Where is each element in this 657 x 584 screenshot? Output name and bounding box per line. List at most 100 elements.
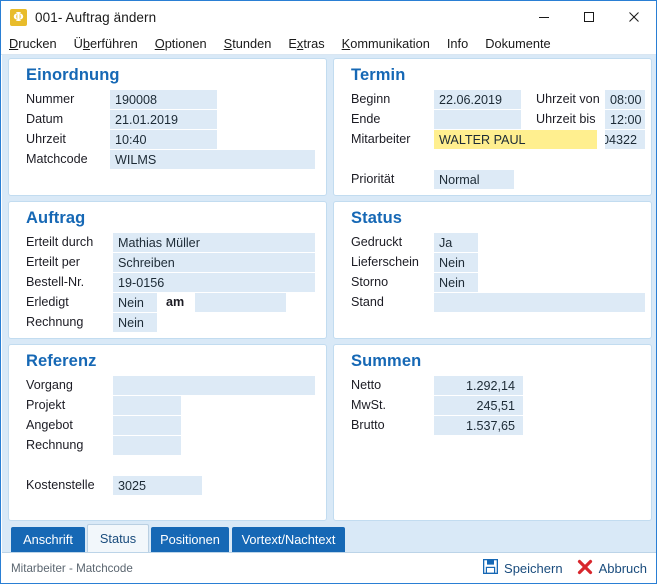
menu-item-extras[interactable]: Extras: [288, 36, 324, 51]
field-prioritaet[interactable]: Normal: [434, 170, 514, 189]
field-uhrzeit[interactable]: 10:40: [110, 130, 217, 149]
field-storno[interactable]: Nein: [434, 273, 478, 292]
save-disk-icon: [483, 559, 498, 577]
menu-item-stunden[interactable]: Stunden: [224, 36, 272, 51]
label-projekt: Projekt: [26, 398, 65, 412]
field-kostenstelle[interactable]: 3025: [113, 476, 202, 495]
menu-accel: b: [83, 36, 90, 51]
field-matchcode[interactable]: WILMS: [110, 150, 315, 169]
menu-accel: x: [297, 36, 303, 51]
save-label: Speichern: [504, 561, 563, 576]
label-mitarbeiter: Mitarbeiter: [351, 132, 411, 146]
field-uhrzeit-von[interactable]: 08:00: [605, 90, 645, 109]
status-hint: Mitarbeiter - Matchcode: [11, 562, 133, 575]
window-title: 001- Auftrag ändern: [35, 10, 156, 25]
label-erteilt-durch: Erteilt durch: [26, 235, 93, 249]
field-angebot[interactable]: [113, 416, 181, 435]
field-referenz-rechnung[interactable]: [113, 436, 181, 455]
menu-item-kommunikation[interactable]: Kommunikation: [342, 36, 430, 51]
cancel-button[interactable]: Abbruch: [577, 559, 647, 578]
cancel-label: Abbruch: [599, 561, 647, 576]
minimize-icon[interactable]: [521, 1, 566, 33]
label-mwst: MwSt.: [351, 398, 386, 412]
label-gedruckt: Gedruckt: [351, 235, 402, 249]
label-bestell-nr: Bestell-Nr.: [26, 275, 84, 289]
field-mwst[interactable]: 245,51: [434, 396, 523, 415]
panel-title-status: Status: [351, 209, 402, 228]
field-rechnung[interactable]: Nein: [113, 313, 157, 332]
menu-item-ueberfuehren[interactable]: Überführen: [74, 36, 138, 51]
tab-strip: Anschrift Status Positionen Vortext/Nach…: [2, 524, 657, 552]
tab-status[interactable]: Status: [87, 524, 149, 552]
label-brutto: Brutto: [351, 418, 385, 432]
label-erledigt: Erledigt: [26, 295, 69, 309]
field-beginn[interactable]: 22.06.2019: [434, 90, 521, 109]
title-bar: Φ 001- Auftrag ändern: [1, 1, 656, 33]
label-matchcode: Matchcode: [26, 152, 88, 166]
field-ende[interactable]: [434, 110, 521, 129]
label-referenz-rechnung: Rechnung: [26, 438, 83, 452]
panel-title-auftrag: Auftrag: [26, 209, 85, 228]
panel-title-termin: Termin: [351, 66, 405, 85]
menu-item-drucken[interactable]: Drucken: [9, 36, 57, 51]
menu-item-info[interactable]: Info: [447, 36, 468, 51]
tab-anschrift[interactable]: Anschrift: [11, 527, 85, 552]
label-uhrzeit-bis: Uhrzeit bis: [536, 112, 596, 126]
field-stand[interactable]: [434, 293, 645, 312]
label-prioritaet: Priorität: [351, 172, 394, 186]
label-stand: Stand: [351, 295, 384, 309]
cancel-x-icon: [577, 559, 593, 578]
label-beginn: Beginn: [351, 92, 390, 106]
field-mitarbeiter[interactable]: WALTER PAUL: [434, 130, 597, 149]
field-erledigt-am[interactable]: [195, 293, 286, 312]
field-lieferschein[interactable]: Nein: [434, 253, 478, 272]
save-button[interactable]: Speichern: [483, 559, 563, 577]
maximize-icon[interactable]: [566, 1, 611, 33]
label-kostenstelle: Kostenstelle: [26, 478, 95, 492]
field-mitarbeiter-nummer[interactable]: 04322: [605, 130, 645, 149]
field-bestell-nr[interactable]: 19-0156: [113, 273, 315, 292]
field-erteilt-per[interactable]: Schreiben: [113, 253, 315, 272]
status-bar: Mitarbeiter - Matchcode Speichern Abbruc…: [2, 552, 657, 583]
status-actions: Speichern Abbruch: [483, 559, 647, 578]
label-storno: Storno: [351, 275, 388, 289]
field-projekt[interactable]: [113, 396, 181, 415]
field-netto[interactable]: 1.292,14: [434, 376, 523, 395]
panel-status: Status Gedruckt Ja Lieferschein Nein Sto…: [333, 201, 652, 339]
tab-vortext-nachtext[interactable]: Vortext/Nachtext: [232, 527, 345, 552]
label-lieferschein: Lieferschein: [351, 255, 419, 269]
menu-accel: D: [9, 36, 18, 51]
label-uhrzeit: Uhrzeit: [26, 132, 66, 146]
menu-accel: S: [224, 36, 233, 51]
field-brutto[interactable]: 1.537,65: [434, 416, 523, 435]
field-uhrzeit-bis[interactable]: 12:00: [605, 110, 645, 129]
label-erteilt-per: Erteilt per: [26, 255, 80, 269]
field-erteilt-durch[interactable]: Mathias Müller: [113, 233, 315, 252]
menu-accel: K: [342, 36, 351, 51]
tab-positionen[interactable]: Positionen: [151, 527, 229, 552]
label-uhrzeit-von: Uhrzeit von: [536, 92, 600, 106]
field-datum[interactable]: 21.01.2019: [110, 110, 217, 129]
panel-termin: Termin Beginn 22.06.2019 Uhrzeit von 08:…: [333, 58, 652, 196]
label-vorgang: Vorgang: [26, 378, 73, 392]
form-content-area: Einordnung Nummer 190008 Datum 21.01.201…: [2, 55, 657, 524]
label-ende: Ende: [351, 112, 380, 126]
window-controls: [521, 1, 656, 33]
label-erledigt-am: am: [166, 295, 184, 309]
panel-title-summen: Summen: [351, 352, 421, 371]
close-icon[interactable]: [611, 1, 656, 33]
panel-title-einordnung: Einordnung: [26, 66, 120, 85]
field-vorgang[interactable]: [113, 376, 315, 395]
panel-referenz: Referenz Vorgang Projekt Angebot Rechnun…: [8, 344, 327, 521]
field-gedruckt[interactable]: Ja: [434, 233, 478, 252]
label-datum: Datum: [26, 112, 63, 126]
field-erledigt[interactable]: Nein: [113, 293, 157, 312]
menu-item-dokumente[interactable]: Dokumente: [485, 36, 550, 51]
field-nummer[interactable]: 190008: [110, 90, 217, 109]
panel-einordnung: Einordnung Nummer 190008 Datum 21.01.201…: [8, 58, 327, 196]
app-logo-icon: Φ: [10, 9, 27, 26]
label-rechnung: Rechnung: [26, 315, 83, 329]
label-angebot: Angebot: [26, 418, 73, 432]
panel-title-referenz: Referenz: [26, 352, 97, 371]
menu-item-optionen[interactable]: Optionen: [155, 36, 207, 51]
